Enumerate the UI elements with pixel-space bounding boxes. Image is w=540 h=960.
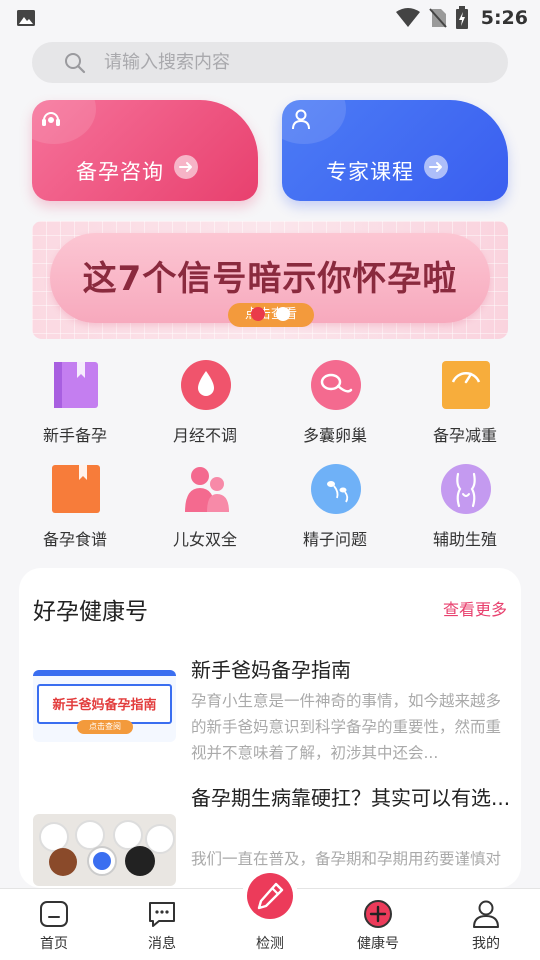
- profile-icon: [473, 900, 499, 928]
- message-icon: [149, 902, 175, 927]
- nav-label: 消息: [148, 936, 176, 952]
- category-assisted[interactable]: 辅助生殖: [400, 464, 530, 552]
- body-icon: [441, 464, 491, 514]
- nav-health[interactable]: 健康号: [338, 889, 418, 960]
- article-thumbnail: [33, 814, 176, 886]
- carousel-dot[interactable]: [276, 307, 290, 321]
- ovary-icon: [311, 360, 361, 410]
- promo-banner[interactable]: 这7个信号暗示你怀孕啦 点击查看: [32, 221, 508, 339]
- nav-label: 健康号: [357, 936, 399, 952]
- category-label: 新手备孕: [42, 426, 107, 445]
- wifi-icon: [395, 8, 420, 27]
- search-bar[interactable]: [32, 42, 508, 83]
- arrow-right-icon: [424, 155, 448, 179]
- recipe-icon: [52, 465, 100, 513]
- banner-button[interactable]: 点击查看: [228, 303, 314, 327]
- article-item[interactable]: 新手爸妈备孕指南 点击查阅 新手爸妈备孕指南 孕育小生意是一件神奇的事情，如今越…: [33, 654, 513, 764]
- image-notification-icon: [17, 10, 35, 26]
- article-title: 备孕期生病靠硬扛？其实可以有选...: [191, 786, 511, 810]
- article-desc: 孕育小生意是一件神奇的事情，如今越来越多的新手爸妈意识到科学备孕的重要性，然而重…: [191, 692, 502, 762]
- status-bar: 5:26: [0, 0, 540, 36]
- consult-label: 备孕咨询: [76, 160, 164, 184]
- article-desc: 我们一直在普及，备孕期和孕期用药要谨慎对: [191, 850, 502, 868]
- nav-label: 检测: [256, 936, 284, 952]
- category-label: 多囊卵巢: [302, 426, 367, 445]
- category-sperm[interactable]: 精子问题: [270, 464, 400, 552]
- nav-label: 首页: [40, 936, 68, 952]
- pen-icon: [257, 882, 284, 910]
- section-title: 好孕健康号: [33, 599, 148, 625]
- banner-title: 这7个信号暗示你怀孕啦: [82, 259, 458, 299]
- nav-label: 我的: [472, 936, 500, 952]
- home-icon: [40, 901, 68, 927]
- carousel-dot-active[interactable]: [251, 307, 265, 321]
- status-time: 5:26: [480, 7, 528, 29]
- thumbnail-title: 新手爸妈备孕指南: [52, 698, 157, 713]
- plus-circle-icon: [364, 900, 392, 928]
- view-more-link[interactable]: 查看更多: [443, 596, 507, 620]
- category-pcos[interactable]: 多囊卵巢: [270, 360, 400, 448]
- nav-home[interactable]: 首页: [14, 889, 94, 960]
- book-icon: [54, 362, 98, 408]
- category-weight[interactable]: 备孕减重: [400, 360, 530, 448]
- search-input[interactable]: [104, 42, 484, 83]
- category-recipe[interactable]: 备孕食谱: [10, 464, 140, 552]
- drop-icon: [181, 360, 231, 410]
- scale-icon: [442, 361, 490, 409]
- nav-profile[interactable]: 我的: [446, 889, 526, 960]
- course-card[interactable]: 专家课程: [282, 100, 508, 201]
- category-label: 辅助生殖: [432, 530, 497, 549]
- course-label: 专家课程: [326, 160, 414, 184]
- category-label: 儿女双全: [172, 530, 237, 549]
- detect-button[interactable]: [247, 873, 293, 919]
- category-new-prep[interactable]: 新手备孕: [10, 360, 140, 448]
- person-icon: [292, 109, 310, 130]
- category-menstrual[interactable]: 月经不调: [140, 360, 270, 448]
- health-section: 好孕健康号 查看更多 新手爸妈备孕指南 点击查阅 新手爸妈备孕指南 孕育小生意是…: [19, 568, 521, 888]
- category-family[interactable]: 儿女双全: [140, 464, 270, 552]
- thumbnail-button: 点击查阅: [77, 720, 133, 734]
- battery-icon: [455, 6, 468, 29]
- sperm-icon: [311, 464, 361, 514]
- no-sim-icon: [428, 8, 447, 28]
- search-icon: [65, 53, 86, 74]
- arrow-right-icon: [174, 155, 198, 179]
- category-label: 精子问题: [302, 530, 367, 549]
- category-label: 备孕减重: [432, 426, 497, 445]
- article-thumbnail: 新手爸妈备孕指南 点击查阅: [33, 670, 176, 742]
- nav-messages[interactable]: 消息: [122, 889, 202, 960]
- article-title: 新手爸妈备孕指南: [191, 658, 351, 682]
- family-icon: [185, 467, 229, 512]
- headset-icon: [42, 112, 60, 126]
- category-label: 月经不调: [172, 426, 237, 445]
- consult-card[interactable]: 备孕咨询: [32, 100, 258, 201]
- category-label: 备孕食谱: [42, 530, 107, 549]
